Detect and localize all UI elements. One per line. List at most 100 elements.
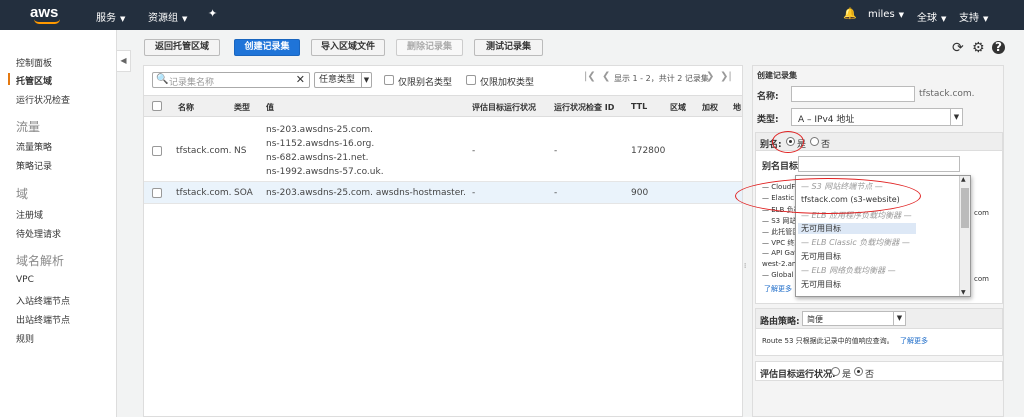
routing-learn-more-link[interactable]: 了解更多	[900, 336, 928, 346]
column-header-type[interactable]: 类型	[234, 102, 250, 113]
column-header-evaluate-health[interactable]: 评估目标运行状况	[472, 102, 536, 113]
next-page-icon[interactable]: ❯	[706, 71, 714, 82]
weighted-only-checkbox[interactable]	[466, 75, 476, 85]
alias-target-label: 别名目标:	[762, 162, 802, 172]
column-header-region[interactable]: 区域	[670, 102, 686, 113]
name-label: 名称:	[757, 92, 779, 102]
active-indicator	[8, 73, 10, 85]
sidebar-item-rules[interactable]: 规则	[16, 332, 34, 345]
weighted-only-label: 仅限加权类型	[480, 78, 535, 88]
resize-handle-icon[interactable]: ⁞	[744, 262, 746, 270]
column-header-value[interactable]: 值	[266, 102, 274, 113]
alias-no-radio[interactable]	[810, 137, 819, 146]
services-menu[interactable]: 服务 ▼	[96, 9, 125, 24]
row-checkbox[interactable]	[152, 146, 162, 156]
type-label: 类型:	[757, 115, 779, 125]
sidebar-item-registered-domains[interactable]: 注册域	[16, 208, 43, 221]
user-label: miles	[868, 9, 895, 20]
sidebar-item-traffic-policies[interactable]: 流量策略	[16, 140, 52, 153]
region-label: 全球	[917, 13, 937, 24]
domain-suffix: tfstack.com.	[919, 89, 975, 99]
type-select-value: A – IPv4 地址	[798, 115, 855, 125]
create-record-set-button[interactable]: 创建记录集	[234, 39, 300, 56]
services-label: 服务	[96, 13, 116, 24]
row-checkbox[interactable]	[152, 188, 162, 198]
search-input[interactable]: 🔍 记录集名称 ✕	[152, 72, 310, 88]
bell-icon[interactable]: 🔔	[843, 7, 857, 20]
evaluate-health-yes-radio[interactable]	[831, 367, 840, 376]
support-menu[interactable]: 支持 ▼	[959, 9, 988, 24]
prev-page-icon[interactable]: ❮	[602, 71, 610, 82]
column-header-name[interactable]: 名称	[178, 102, 194, 113]
sidebar-item-pending-requests[interactable]: 待处理请求	[16, 227, 61, 240]
alias-only-checkbox[interactable]	[384, 75, 394, 85]
alias-no-label: 否	[821, 140, 831, 150]
dropdown-option-no-target[interactable]: 无可用目标	[798, 223, 916, 234]
pager-text: 显示 1 - 2，共计 2 记录集	[614, 74, 709, 83]
search-placeholder: 记录集名称	[169, 78, 215, 88]
routing-header: 路由策略: 简便 ▼	[756, 309, 1002, 329]
sidebar-item-policy-records[interactable]: 策略记录	[16, 159, 52, 172]
sidebar-item-health-checks[interactable]: 运行状况检查	[16, 93, 70, 106]
import-zone-file-button[interactable]: 导入区域文件	[311, 39, 385, 56]
dropdown-group-nlb: — ELB 网络负载均衡器 —	[801, 266, 896, 275]
search-icon: 🔍	[156, 74, 169, 85]
evaluate-health-section: 评估目标运行状况: 是 否	[755, 361, 1003, 381]
select-all-checkbox[interactable]	[152, 101, 162, 111]
record-type: NS	[234, 146, 247, 156]
type-select[interactable]: A – IPv4 地址 ▼	[791, 108, 963, 126]
table-row[interactable]: tfstack.com. NS ns-203.awsdns-25.com. ns…	[144, 117, 742, 182]
dropdown-scrollbar[interactable]: ▲ ▼	[959, 176, 970, 296]
evaluate-health-no-radio[interactable]	[854, 367, 863, 376]
sidebar-item-hosted-zones[interactable]: 托管区域	[16, 74, 52, 87]
chevron-down-icon: ▼	[893, 312, 905, 325]
scroll-thumb[interactable]	[961, 188, 969, 228]
dropdown-option-no-target[interactable]: 无可用目标	[801, 279, 841, 290]
last-page-icon[interactable]: ❯|	[720, 71, 732, 82]
pin-icon[interactable]: ✦	[208, 7, 217, 20]
resource-groups-menu[interactable]: 资源组 ▼	[148, 9, 187, 24]
dropdown-option-no-target[interactable]: 无可用目标	[801, 251, 841, 262]
table-row[interactable]: tfstack.com. SOA ns-203.awsdns-25.com. a…	[144, 182, 742, 204]
learn-more-link[interactable]: 了解更多	[764, 284, 792, 294]
record-ttl: 900	[631, 188, 649, 198]
column-header-geo[interactable]: 地	[733, 102, 741, 113]
collapse-sidebar-button[interactable]: ◀	[117, 50, 131, 72]
sidebar-item-vpc[interactable]: VPC	[16, 275, 34, 285]
sidebar-item-dashboard[interactable]: 控制面板	[16, 56, 52, 69]
domain-section-heading: 域	[16, 187, 29, 201]
traffic-section-heading: 流量	[16, 120, 41, 134]
column-header-weight[interactable]: 加权	[702, 102, 718, 113]
records-panel: 🔍 记录集名称 ✕ 任意类型 ▼ 仅限别名类型 仅限加权类型 |❮ ❮ 显示 1…	[143, 65, 743, 417]
chevron-down-icon: ▼	[898, 11, 905, 19]
first-page-icon[interactable]: |❮	[584, 71, 596, 82]
sidebar-item-outbound-endpoints[interactable]: 出站终端节点	[16, 313, 70, 326]
record-health-check-id: -	[554, 188, 558, 198]
name-field[interactable]	[791, 86, 915, 102]
column-header-health-check-id[interactable]: 运行状况检查 ID	[554, 102, 614, 113]
user-menu[interactable]: miles ▼	[868, 9, 904, 20]
refresh-icon[interactable]: ⟳	[952, 40, 964, 56]
top-navigation-bar: aws 服务 ▼ 资源组 ▼ ✦ 🔔 miles ▼ 全球 ▼ 支持 ▼	[0, 0, 1024, 30]
region-menu[interactable]: 全球 ▼	[917, 9, 946, 24]
type-filter-value: 任意类型	[319, 75, 356, 85]
clear-search-icon[interactable]: ✕	[296, 73, 305, 86]
routing-policy-select[interactable]: 简便 ▼	[802, 311, 906, 326]
column-header-ttl[interactable]: TTL	[631, 102, 647, 111]
scroll-up-icon[interactable]: ▲	[961, 176, 966, 183]
scroll-down-icon[interactable]: ▼	[961, 289, 966, 296]
help-icon[interactable]: ?	[992, 41, 1005, 54]
type-filter-select[interactable]: 任意类型 ▼	[314, 72, 372, 88]
record-value-line: ns-203.awsdns-25.com. awsdns-hostmaster.…	[266, 188, 466, 198]
record-eval-health: -	[472, 146, 476, 156]
sidebar-item-inbound-endpoints[interactable]: 入站终端节点	[16, 294, 70, 307]
delete-record-set-button[interactable]: 删除记录集	[396, 39, 463, 56]
alias-target-input[interactable]	[798, 156, 960, 172]
routing-policy-label: 路由策略:	[760, 317, 800, 327]
test-record-set-button[interactable]: 测试记录集	[474, 39, 543, 56]
evaluate-health-yes-label: 是	[842, 370, 852, 380]
dropdown-group-classic-elb: — ELB Classic 负载均衡器 —	[801, 238, 910, 247]
gear-icon[interactable]: ⚙	[972, 40, 985, 56]
record-value-line: ns-682.awsdns-21.net.	[266, 153, 369, 163]
back-to-hosted-zones-button[interactable]: 返回托管区域	[144, 39, 220, 56]
